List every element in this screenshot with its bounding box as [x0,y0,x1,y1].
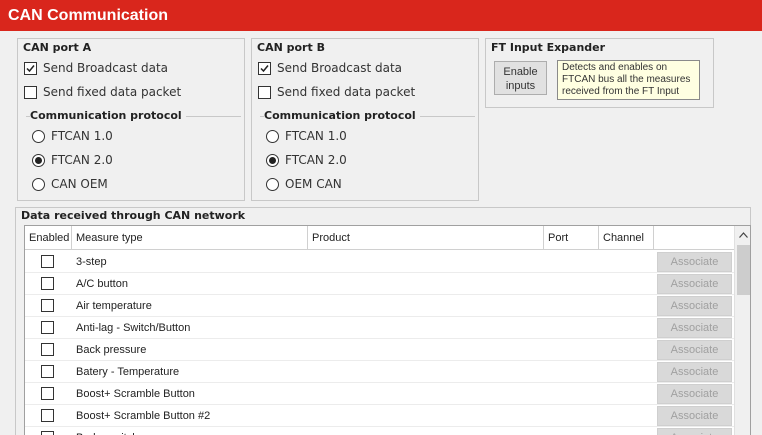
table-row: Anti-lag - Switch/Button Associate [25,317,734,339]
row-enabled-checkbox[interactable] [41,343,54,356]
table-row: Brake switch Associate [25,427,734,435]
row-measure: Anti-lag - Switch/Button [76,322,191,334]
radio-unselected-icon [32,129,45,143]
column-actions [654,226,734,250]
can-port-b-title: CAN port B [257,41,325,54]
port-a-send-fixed-checkbox[interactable]: Send fixed data packet [24,85,181,99]
radio-unselected-icon [266,177,279,191]
port-a-radio-ftcan1-label: FTCAN 1.0 [51,129,113,143]
port-b-radio-ftcan2[interactable]: FTCAN 2.0 [266,153,347,167]
window-title: CAN Communication [0,0,762,31]
column-measure-type[interactable]: Measure type [72,226,308,250]
can-port-a-title: CAN port A [23,41,92,54]
table-row: Boost+ Scramble Button Associate [25,383,734,405]
table-header: Enabled Measure type Product Port Channe… [25,226,734,250]
port-b-send-fixed-checkbox[interactable]: Send fixed data packet [258,85,415,99]
row-enabled-checkbox[interactable] [41,255,54,268]
radio-selected-icon [32,153,45,167]
column-channel[interactable]: Channel [599,226,654,250]
row-measure: Boost+ Scramble Button [76,388,195,400]
port-a-protocol-title: Communication protocol [30,109,186,122]
associate-button[interactable]: Associate [657,406,732,426]
tooltip-line2: FTCAN bus all the measures [562,74,691,85]
row-enabled-checkbox[interactable] [41,277,54,290]
port-b-radio-oemcan[interactable]: OEM CAN [266,177,342,191]
table-row: 3-step Associate [25,251,734,273]
enable-inputs-button-line2: inputs [505,80,536,92]
port-b-radio-oemcan-label: OEM CAN [285,177,342,191]
row-measure: Back pressure [76,344,147,356]
port-b-radio-ftcan2-label: FTCAN 2.0 [285,153,347,167]
row-enabled-checkbox[interactable] [41,409,54,422]
port-b-radio-ftcan1-label: FTCAN 1.0 [285,129,347,143]
table-row: Back pressure Associate [25,339,734,361]
row-enabled-checkbox[interactable] [41,431,54,435]
vertical-scrollbar[interactable] [734,226,750,435]
ft-input-expander-group: FT Input Expander Enable inputs Detects … [485,38,714,108]
column-port[interactable]: Port [544,226,599,250]
scrollbar-thumb[interactable] [737,245,750,295]
table-row: Air temperature Associate [25,295,734,317]
radio-unselected-icon [266,129,279,143]
can-port-a-group: CAN port A Send Broadcast data Send fixe… [17,38,245,201]
port-b-radio-ftcan1[interactable]: FTCAN 1.0 [266,129,347,143]
checkbox-unchecked-icon [258,85,271,99]
row-enabled-checkbox[interactable] [41,321,54,334]
column-product[interactable]: Product [308,226,544,250]
port-a-send-fixed-label: Send fixed data packet [43,85,182,99]
port-a-radio-ftcan2-label: FTCAN 2.0 [51,153,113,167]
row-measure: Brake switch [76,427,138,435]
associate-button[interactable]: Associate [657,384,732,404]
row-measure: Air temperature [76,300,152,312]
row-measure: Batery - Temperature [76,366,180,378]
tooltip-line3: received from the FT Input [562,86,680,97]
scroll-up-arrow-icon[interactable] [735,226,750,243]
ft-input-tooltip: Detects and enables on FTCAN bus all the… [557,60,700,100]
table-row: Boost+ Scramble Button #2 Associate [25,405,734,427]
table-row: Batery - Temperature Associate [25,361,734,383]
row-enabled-checkbox[interactable] [41,365,54,378]
data-received-group: Data received through CAN network Enable… [15,207,751,435]
associate-button[interactable]: Associate [657,274,732,294]
data-received-title: Data received through CAN network [21,209,246,222]
port-b-send-fixed-label: Send fixed data packet [277,85,416,99]
radio-unselected-icon [32,177,45,191]
associate-button[interactable]: Associate [657,318,732,338]
associate-button[interactable]: Associate [657,340,732,360]
associate-button[interactable]: Associate [657,296,732,316]
row-enabled-checkbox[interactable] [41,299,54,312]
port-b-send-broadcast-checkbox[interactable]: Send Broadcast data [258,61,402,75]
enable-inputs-button-line1: Enable [503,66,538,78]
associate-button[interactable]: Associate [657,252,732,272]
tooltip-line1: Detects and enables on [562,62,668,73]
associate-button[interactable]: Associate [657,428,732,435]
port-a-radio-canoem-label: CAN OEM [51,177,108,191]
checkbox-unchecked-icon [24,85,37,99]
checkbox-checked-icon [24,61,37,75]
port-a-radio-canoem[interactable]: CAN OEM [32,177,108,191]
row-measure: 3-step [76,256,107,268]
port-b-send-broadcast-label: Send Broadcast data [277,61,403,75]
table-row: A/C button Associate [25,273,734,295]
ft-input-expander-title: FT Input Expander [491,41,606,54]
row-measure: Boost+ Scramble Button #2 [76,410,211,422]
column-enabled[interactable]: Enabled [25,226,72,250]
radio-selected-icon [266,153,279,167]
row-measure: A/C button [76,278,128,290]
associate-button[interactable]: Associate [657,362,732,382]
row-enabled-checkbox[interactable] [41,387,54,400]
checkbox-checked-icon [258,61,271,75]
data-table: Enabled Measure type Product Port Channe… [24,225,751,435]
can-port-b-group: CAN port B Send Broadcast data Send fixe… [251,38,479,201]
enable-inputs-button[interactable]: Enable inputs [494,61,547,95]
port-a-send-broadcast-checkbox[interactable]: Send Broadcast data [24,61,168,75]
port-a-send-broadcast-label: Send Broadcast data [43,61,169,75]
port-b-protocol-title: Communication protocol [264,109,420,122]
port-a-radio-ftcan2[interactable]: FTCAN 2.0 [32,153,113,167]
port-a-radio-ftcan1[interactable]: FTCAN 1.0 [32,129,113,143]
